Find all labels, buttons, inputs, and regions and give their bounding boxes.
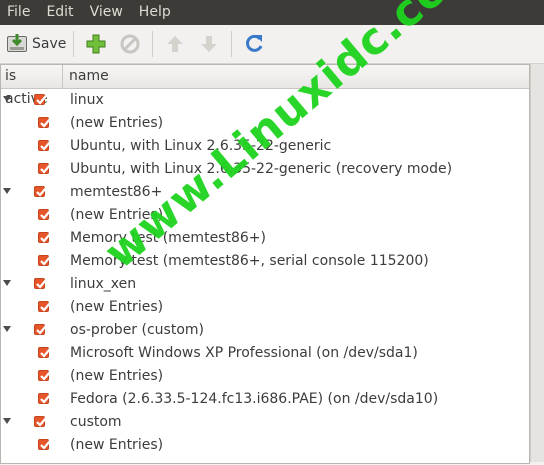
tree-group-row[interactable]: os-prober (custom) [1,319,529,342]
column-header-name[interactable]: name [64,65,109,88]
entry-name: Memory test (memtest86+, serial console … [70,253,429,269]
move-up-button[interactable] [160,29,190,59]
tree-row[interactable]: Microsoft Windows XP Professional (on /d… [1,342,529,365]
move-down-button[interactable] [194,29,224,59]
remove-entry-button[interactable] [115,29,145,59]
menu-view[interactable]: View [82,0,131,25]
expander-arrow-icon[interactable] [3,418,11,424]
tree-header: is active name [1,65,529,107]
tree-row[interactable]: Memory test (memtest86+) [1,227,529,250]
tree-group-row[interactable]: memtest86+ [1,181,529,204]
tree-row[interactable]: (new Entries) [1,204,529,227]
entry-name: Microsoft Windows XP Professional (on /d… [70,345,418,361]
expander-arrow-icon[interactable] [3,96,11,102]
entry-name: memtest86+ [70,184,163,200]
save-label: Save [32,36,67,52]
save-button[interactable]: Save [6,29,66,59]
active-checkbox[interactable] [38,347,51,358]
vertical-scrollbar[interactable] [530,64,544,462]
menu-help[interactable]: Help [131,0,179,25]
save-icon [6,33,28,55]
tree-row[interactable]: (new Entries) [1,365,529,388]
active-checkbox[interactable] [38,140,51,151]
toolbar-separator [152,31,154,57]
entry-name: Fedora (2.6.33.5-124.fc13.i686.PAE) (on … [70,391,439,407]
entry-name: (new Entries) [70,207,164,223]
entry-name: (new Entries) [70,115,164,131]
tree-row[interactable]: (new Entries) [1,296,529,319]
menu-file[interactable]: File [0,0,38,25]
tree-row[interactable]: Ubuntu, with Linux 2.6.35-22-generic [1,135,529,158]
toolbar-separator [231,31,233,57]
tree-group-row[interactable]: linux [1,89,529,112]
toolbar-separator [73,31,75,57]
column-header-active[interactable]: is active [1,65,63,107]
entry-name: custom [70,414,122,430]
menubar: File Edit View Help [0,0,544,25]
active-checkbox[interactable] [38,439,51,450]
add-entry-button[interactable] [81,29,111,59]
toolbar: Save [0,25,544,64]
entries-tree[interactable]: is active name linux (new Entries) Ubuntu,… [0,64,530,464]
arrow-up-icon [164,33,186,55]
tree-row[interactable]: Memory test (memtest86+, serial console … [1,250,529,273]
active-checkbox[interactable] [34,278,47,289]
entry-name: Ubuntu, with Linux 2.6.35-22-generic [70,138,332,154]
active-checkbox[interactable] [38,301,51,312]
tree-row[interactable]: (new Entries) [1,434,529,457]
active-checkbox[interactable] [34,94,47,105]
refresh-button[interactable] [239,29,269,59]
entry-name: os-prober (custom) [70,322,204,338]
tree-row[interactable]: (new Entries) [1,112,529,135]
menu-edit[interactable]: Edit [38,0,81,25]
active-checkbox[interactable] [34,186,47,197]
active-checkbox[interactable] [38,370,51,381]
tree-rows: linux (new Entries) Ubuntu, with Linux 2.6… [1,89,529,457]
entry-name: (new Entries) [70,437,164,453]
entry-name: Memory test (memtest86+) [70,230,266,246]
remove-icon [119,33,141,55]
tree-row[interactable]: Fedora (2.6.33.5-124.fc13.i686.PAE) (on … [1,388,529,411]
arrow-down-icon [198,33,220,55]
add-icon [85,33,107,55]
tree-group-row[interactable]: linux_xen [1,273,529,296]
tree-row[interactable]: Ubuntu, with Linux 2.6.35-22-generic (re… [1,158,529,181]
active-checkbox[interactable] [38,163,51,174]
entry-name: (new Entries) [70,368,164,384]
expander-arrow-icon[interactable] [3,188,11,194]
active-checkbox[interactable] [34,416,47,427]
active-checkbox[interactable] [38,232,51,243]
entry-name: (new Entries) [70,299,164,315]
active-checkbox[interactable] [38,255,51,266]
entry-name: linux [70,92,104,108]
expander-arrow-icon[interactable] [3,280,11,286]
entry-name: Ubuntu, with Linux 2.6.35-22-generic (re… [70,161,453,177]
active-checkbox[interactable] [38,393,51,404]
active-checkbox[interactable] [38,209,51,220]
active-checkbox[interactable] [34,324,47,335]
expander-arrow-icon[interactable] [3,326,11,332]
entry-name: linux_xen [70,276,137,292]
refresh-icon [243,33,265,55]
tree-group-row[interactable]: custom [1,411,529,434]
active-checkbox[interactable] [38,117,51,128]
